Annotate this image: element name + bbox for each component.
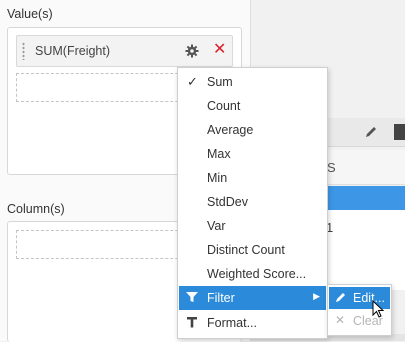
gear-icon[interactable] <box>185 44 199 61</box>
menu-item-label: Sum <box>207 75 233 89</box>
menu-item-label: Filter <box>207 291 235 305</box>
menu-item-var[interactable]: Var <box>179 214 326 238</box>
menu-item-label: Average <box>207 123 254 137</box>
field-chip-sum-freight[interactable]: SUM(Freight) ✕ <box>16 35 233 67</box>
close-icon: ✕ <box>335 313 346 327</box>
menu-item-average[interactable]: Average <box>179 118 326 142</box>
text-format-icon <box>185 315 199 332</box>
menu-item-max[interactable]: Max <box>179 142 326 166</box>
mouse-cursor-icon <box>372 299 385 322</box>
menu-item-label: Count <box>207 99 241 113</box>
aggregate-context-menu: ✓ Sum Count Average Max Min StdDev Var D… <box>177 67 328 339</box>
menu-item-weighted-score[interactable]: Weighted Score... <box>179 262 326 286</box>
checkmark-icon: ✓ <box>187 74 198 89</box>
menu-item-label: StdDev <box>207 195 248 209</box>
grid-selected-row[interactable] <box>326 186 405 210</box>
menu-item-filter[interactable]: Filter ▶ <box>179 286 326 310</box>
drag-handle-icon[interactable] <box>22 42 25 60</box>
grid-header-cell: S <box>327 160 336 175</box>
columns-section-label: Column(s) <box>7 202 65 216</box>
field-chip-label: SUM(Freight) <box>35 44 111 58</box>
filter-icon <box>185 290 199 307</box>
pencil-icon[interactable] <box>364 125 378 142</box>
grid-header-row <box>326 150 405 185</box>
menu-item-label: Max <box>207 147 231 161</box>
menu-item-label: Var <box>207 219 226 233</box>
menu-item-min[interactable]: Min <box>179 166 326 190</box>
submenu-arrow-icon: ▶ <box>313 291 320 301</box>
menu-item-sum[interactable]: ✓ Sum <box>179 70 326 94</box>
menu-item-format[interactable]: Format... <box>179 311 326 335</box>
menu-item-label: Min <box>207 171 228 185</box>
grid-toolbar <box>326 118 405 147</box>
pencil-icon <box>335 291 347 306</box>
menu-item-count[interactable]: Count <box>179 94 326 118</box>
grid-body <box>326 210 405 290</box>
values-section-label: Value(s) <box>7 7 53 21</box>
close-icon[interactable]: ✕ <box>213 41 226 59</box>
menu-item-label: Format... <box>207 316 258 330</box>
menu-item-distinct-count[interactable]: Distinct Count <box>179 238 326 262</box>
menu-item-stddev[interactable]: StdDev <box>179 190 326 214</box>
menu-item-label: Distinct Count <box>207 243 285 257</box>
menu-item-label: Weighted Score... <box>207 267 307 281</box>
toolbar-button[interactable] <box>394 124 405 140</box>
